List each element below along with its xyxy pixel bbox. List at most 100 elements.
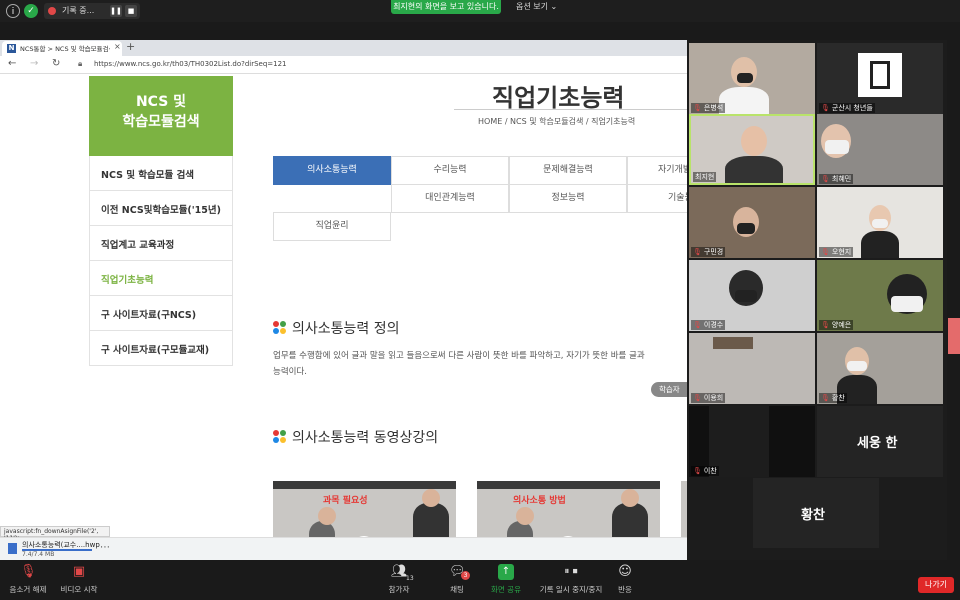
sidebar-item-old-ncs[interactable]: 구 사이트자료(구NCS) (89, 296, 233, 331)
participant-name: 🎙︎ 이찬 (691, 466, 719, 476)
tab-title: NCS통합 > NCS 및 학습모듈검색 > (20, 45, 110, 53)
emoji-icon: ☺︎ (618, 564, 632, 579)
participant-tile[interactable]: 🎙︎ 이용희 (689, 333, 815, 404)
sidebar-item-previous-ncs[interactable]: 이전 NCS및학습모듈('15년) (89, 191, 233, 226)
background-frame (713, 337, 753, 349)
url-text: https://www.ncs.go.kr/th03/TH0302List.do… (94, 60, 287, 68)
lecturer-figure (413, 489, 449, 540)
participant-tile[interactable]: 🎙︎ 군산시 청년들 (817, 43, 943, 114)
participant-tile[interactable]: 🎙︎ 구민경 (689, 187, 815, 258)
hwp-file-icon (8, 543, 17, 554)
participants-icon: 👥︎ (391, 564, 408, 579)
start-video-button[interactable]: ▣ 비디오 시작 (56, 564, 102, 595)
participant-tile-speaking[interactable]: 최지현 (689, 114, 815, 185)
info-icon[interactable]: i (6, 4, 20, 18)
lecturer-figure (612, 489, 648, 540)
participant-name: 🎙︎ 황찬 (819, 393, 847, 403)
tab-technology[interactable]: 기술능력 (627, 184, 688, 213)
share-label: 화면 공유 (491, 585, 521, 594)
sidebar-header-line2: 학습모듈검색 (122, 114, 200, 130)
sidebar-item-ncs-search[interactable]: NCS 및 학습모듈 검색 (89, 156, 233, 191)
sidebar-item-old-module[interactable]: 구 사이트자료(구모듈교재) (89, 331, 233, 366)
pause-stop-icon: ⏸︎ ⏹︎ (564, 566, 578, 577)
tab-communication[interactable]: 의사소통능력 (273, 156, 391, 185)
leave-button[interactable]: 나가기 (918, 577, 954, 593)
body (861, 231, 899, 258)
unmute-button[interactable]: 🎙︎ 음소거 해제 (8, 564, 48, 595)
reactions-label: 반응 (618, 585, 632, 594)
participant-name: 황찬 (801, 508, 825, 523)
pause-record-label: 기록 일시 중지/중지 (539, 585, 603, 594)
stop-recording-icon[interactable]: ■ (125, 5, 137, 17)
mask (872, 219, 888, 228)
sidebar-header: NCS 및 학습모듈검색 (89, 76, 233, 156)
forward-icon[interactable]: → (30, 58, 38, 69)
tab-math[interactable]: 수리능력 (391, 156, 509, 185)
edge-decoration (948, 318, 960, 354)
participant-name: 🎙︎ 최혜민 (819, 174, 854, 184)
chat-label: 채팅 (450, 585, 464, 594)
video-section-title: 의사소통능력 동영상강의 (292, 430, 439, 446)
recording-label: 기록 중... (62, 6, 95, 15)
status-bar-url: javascript:fn_downAsignFile('2', '11'); (0, 526, 110, 542)
participant-tile[interactable]: 🎙︎ 황찬 (817, 333, 943, 404)
breadcrumb-divider (454, 109, 688, 110)
shield-icon[interactable]: ✓ (24, 4, 38, 18)
view-options-button[interactable]: 옵션 보기 ⌄ (516, 1, 557, 12)
section-dots-icon (273, 430, 287, 444)
definition-text-line1: 업무를 수행함에 있어 글과 말을 읽고 들음으로써 다른 사람이 뜻한 바를 … (273, 351, 645, 361)
logo-mark (870, 61, 890, 89)
screen-share-banner: 최지현의 화면을 보고 있습니다. (391, 0, 501, 14)
participant-tile[interactable]: 🎙︎ 오현지 (817, 187, 943, 258)
sidebar-item-basic-competency[interactable]: 직업기초능력 (89, 261, 233, 296)
mask (737, 223, 755, 234)
ncs-favicon-icon: N (7, 44, 16, 53)
video-card-1[interactable]: 과목 필요성 (273, 481, 456, 540)
pause-recording-icon[interactable]: ❚❚ (110, 5, 122, 17)
zoom-top-bar: i ✓ 기록 중... ❚❚ ■ 최지현의 화면을 보고 있습니다. 옵션 보기… (0, 0, 960, 22)
tab-information[interactable]: 정보능력 (509, 184, 627, 213)
participant-tile[interactable]: 🎙︎ 은병석 (689, 43, 815, 114)
learn-button[interactable]: 학습자 (651, 382, 688, 397)
participant-tile-video-off[interactable]: 황찬 (753, 478, 879, 548)
participant-name: 최지현 (693, 172, 717, 182)
tab-self-development[interactable]: 자기개발능력 (627, 156, 688, 185)
body (725, 156, 783, 183)
more-icon[interactable]: ⋯ (100, 542, 110, 553)
participant-name: 🎙︎ 양예은 (819, 320, 854, 330)
close-tab-icon[interactable]: × (114, 42, 121, 51)
lock-icon: 🔒︎ (78, 59, 83, 68)
recording-indicator: 기록 중... ❚❚ ■ (44, 3, 140, 19)
reload-icon[interactable]: ↻ (52, 58, 60, 69)
participant-tile[interactable]: 🎙︎ 이찬 (689, 406, 815, 477)
download-size: 7.4/7.4 MB (22, 551, 55, 558)
sidebar-header-line1: NCS 및 (135, 94, 187, 110)
new-tab-icon[interactable]: + (126, 40, 135, 53)
browser-tab[interactable]: N NCS통합 > NCS 및 학습모듈검색 > × (2, 41, 122, 56)
url-field[interactable]: 🔒︎ https://www.ncs.go.kr/th03/TH0302List… (76, 58, 676, 72)
share-screen-button[interactable]: ↑ 화면 공유 (488, 564, 524, 595)
participant-tile-video-off[interactable]: 세웅 한 (817, 406, 943, 477)
web-page: 직업기초능력 HOME / NCS 및 학습모듈검색 / 직업기초능력 NCS … (0, 74, 688, 540)
participant-name: 🎙︎ 이용희 (691, 393, 726, 403)
participant-tile[interactable]: 🎙︎ 최혜민 (817, 114, 943, 185)
back-icon[interactable]: ← (8, 58, 16, 69)
participant-tile[interactable]: 🎙︎ 양예은 (817, 260, 943, 331)
section-dots-icon (273, 321, 287, 335)
reactions-button[interactable]: ☺︎ 반응 (612, 564, 638, 595)
tab-work-ethics[interactable]: 직업윤리 (273, 212, 391, 241)
group-logo-icon (858, 53, 902, 97)
participant-name: 🎙︎ 이경수 (691, 320, 726, 330)
participant-tile[interactable]: 🎙︎ 이경수 (689, 260, 815, 331)
video-card-2[interactable]: 의사소통 방법 (477, 481, 660, 540)
tab-interpersonal[interactable]: 대인관계능력 (391, 184, 509, 213)
record-dot-icon (48, 7, 56, 15)
pause-stop-recording-button[interactable]: ⏸︎ ⏹︎ 기록 일시 중지/중지 (536, 564, 606, 595)
mask (847, 361, 867, 371)
muted-mic-icon: 🎙︎ (20, 564, 37, 579)
sidebar-item-vocational-curriculum[interactable]: 직업계고 교육과정 (89, 226, 233, 261)
participant-count: 13 (406, 575, 414, 582)
video-off-icon: ▣ (72, 564, 86, 579)
browser-tab-bar: N NCS통합 > NCS 및 학습모듈검색 > × + (0, 40, 688, 56)
tab-problem-solving[interactable]: 문제해결능력 (509, 156, 627, 185)
